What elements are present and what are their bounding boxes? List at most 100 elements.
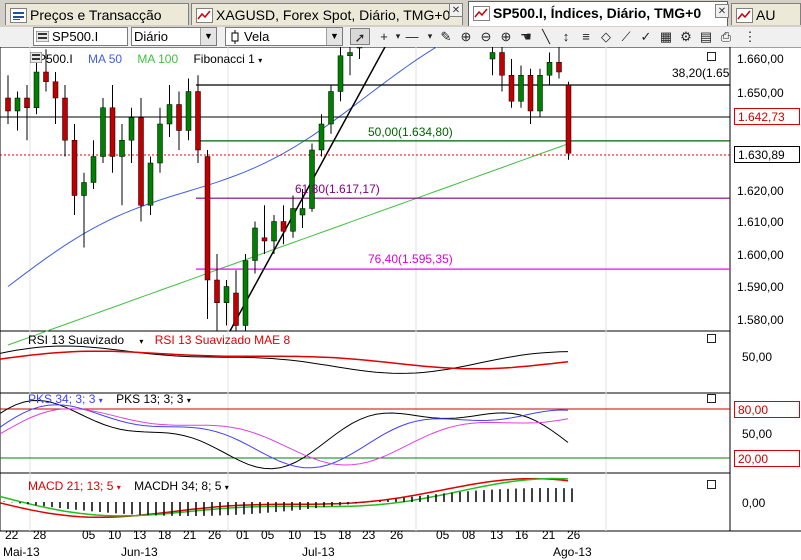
pencil-icon[interactable]: ✎	[436, 28, 456, 45]
macd-legend: MACD 21; 13; 5 ▾ MACDH 34; 8; 5 ▾	[28, 479, 229, 493]
maximize-panel-button[interactable]	[707, 394, 716, 403]
candle	[242, 260, 249, 326]
price-tick: 1.600,00	[737, 248, 784, 262]
rsi-mae-label[interactable]: RSI 13 Suavizado MAE 8	[155, 333, 290, 347]
date-tick: 05	[82, 528, 96, 542]
close-icon[interactable]: ✕	[715, 4, 729, 18]
chevron-down-icon[interactable]: ▼	[200, 28, 216, 45]
date-tick: 01	[236, 528, 250, 542]
legend-fib[interactable]: Fibonacci 1	[193, 52, 254, 66]
chevron-down-icon[interactable]: ▼	[326, 28, 342, 45]
date-tick: 21	[542, 528, 556, 542]
candle	[14, 97, 21, 112]
maximize-panel-button[interactable]	[707, 480, 716, 489]
rsi-label[interactable]: RSI 13 Suavizado	[28, 333, 124, 347]
kst-level-20: 20,00	[734, 450, 800, 467]
tab-bar: Preços e Transacção XAGUSD, Forex Spot, …	[0, 0, 801, 28]
candle	[128, 117, 135, 141]
chart-type-value: Vela	[244, 29, 270, 44]
symbol-select[interactable]: SP500.I	[33, 27, 128, 46]
price-tick: 1.620,00	[737, 184, 784, 198]
hand-icon[interactable]: ☚	[516, 28, 536, 45]
chart-area[interactable]: SP500.I MA 50 MA 100 Fibonacci 1 ▾ 38,20…	[0, 47, 801, 560]
chevron-down-icon[interactable]: ▾	[117, 483, 121, 492]
cursor-price-label: 1.642,73	[734, 108, 800, 125]
tab-sp500[interactable]: SP500.I, Índices, Diário, TMG+0	[468, 1, 728, 26]
fib-label-382: 38,20(1.65	[672, 66, 730, 80]
candle	[204, 156, 211, 281]
export-icon[interactable]: ▤	[696, 28, 716, 45]
chart-type-select[interactable]: Vela ▼	[225, 27, 343, 46]
candle	[90, 156, 97, 183]
fibonacci-icon[interactable]: ≡	[576, 28, 596, 45]
maximize-panel-button[interactable]	[707, 52, 716, 61]
text-icon[interactable]: ✓	[636, 28, 656, 45]
macd-label[interactable]: MACD 21; 13; 5	[28, 479, 113, 493]
candle	[271, 221, 277, 242]
candle	[52, 81, 59, 99]
tab-xagusd[interactable]: XAGUSD, Forex Spot, Diário, TMG+0	[191, 3, 463, 25]
chart-icon	[736, 8, 753, 23]
hline-icon[interactable]: —	[402, 28, 422, 45]
last-price-label: 1.630,89	[734, 146, 800, 163]
print-icon[interactable]: ⎙	[716, 28, 736, 45]
candle	[280, 221, 287, 232]
month-tick: Jun-13	[121, 545, 158, 559]
line-icon[interactable]: ╲	[536, 28, 556, 45]
tab-au[interactable]: AU	[731, 3, 801, 25]
chevron-down-icon[interactable]: ▾	[99, 396, 103, 405]
candle	[347, 52, 353, 56]
shapes-icon[interactable]: ◇	[596, 28, 616, 45]
month-tick: Jul-13	[302, 545, 335, 559]
zoom-in-icon[interactable]: ⊕	[456, 28, 476, 45]
date-tick: 18	[158, 528, 172, 542]
fib-label-500: 50,00(1.634,80)	[368, 125, 453, 139]
candle	[214, 279, 220, 303]
maximize-panel-button[interactable]	[707, 334, 716, 343]
close-icon[interactable]: ✕	[449, 3, 463, 17]
settings-icon[interactable]: ⚙	[676, 28, 696, 45]
legend-ma100[interactable]: MA 100	[137, 52, 178, 66]
tab-quotes[interactable]: Preços e Transacção	[5, 3, 189, 25]
kst2-label[interactable]: PKS 13; 3; 3	[116, 392, 183, 406]
legend-ma50[interactable]: MA 50	[88, 52, 122, 66]
chevron-down-icon[interactable]: ▾	[187, 396, 191, 405]
chevron-down-icon[interactable]: ▾	[139, 337, 143, 346]
candle	[252, 227, 258, 261]
drag-icon[interactable]: ⋮	[740, 28, 760, 45]
candle	[119, 140, 125, 157]
vline-icon[interactable]: ↕	[556, 28, 576, 45]
date-tick: 05	[261, 528, 275, 542]
candle	[43, 71, 49, 82]
candle	[356, 47, 363, 49]
date-tick: 26	[390, 528, 404, 542]
date-tick: 05	[436, 528, 450, 542]
candle-icon	[231, 30, 239, 44]
candle	[185, 91, 192, 131]
candle	[309, 149, 315, 209]
candle	[176, 104, 182, 131]
candle	[24, 97, 30, 108]
chart-icon	[196, 8, 213, 23]
candle	[261, 237, 268, 242]
symbol-icon	[30, 52, 42, 63]
period-select[interactable]: Diário ▼	[131, 27, 217, 46]
kst-tick: 50,00	[742, 427, 773, 441]
grid-icon[interactable]: ▦	[656, 28, 676, 45]
candle	[147, 162, 154, 206]
candle	[318, 123, 325, 151]
kst-legend: PKS 34; 3; 3 ▾ PKS 13; 3; 3 ▾	[28, 392, 191, 406]
zoom-out-icon[interactable]: ⊖	[476, 28, 496, 45]
symbol-value: SP500.I	[52, 29, 99, 44]
date-tick: 26	[567, 528, 581, 542]
chevron-down-icon[interactable]: ▾	[258, 56, 262, 65]
zoom-in-2-icon[interactable]: ⊕	[496, 28, 516, 45]
candle	[223, 286, 230, 303]
cursor-icon[interactable]: ➚	[350, 28, 370, 45]
chevron-down-icon[interactable]: ▾	[225, 483, 229, 492]
macdh-label[interactable]: MACDH 34; 8; 5	[134, 479, 221, 493]
channel-icon[interactable]: ⟋	[616, 28, 636, 45]
main-legend: SP500.I MA 50 MA 100 Fibonacci 1 ▾	[30, 52, 262, 66]
kst-label[interactable]: PKS 34; 3; 3	[28, 392, 95, 406]
date-tick: 15	[313, 528, 327, 542]
